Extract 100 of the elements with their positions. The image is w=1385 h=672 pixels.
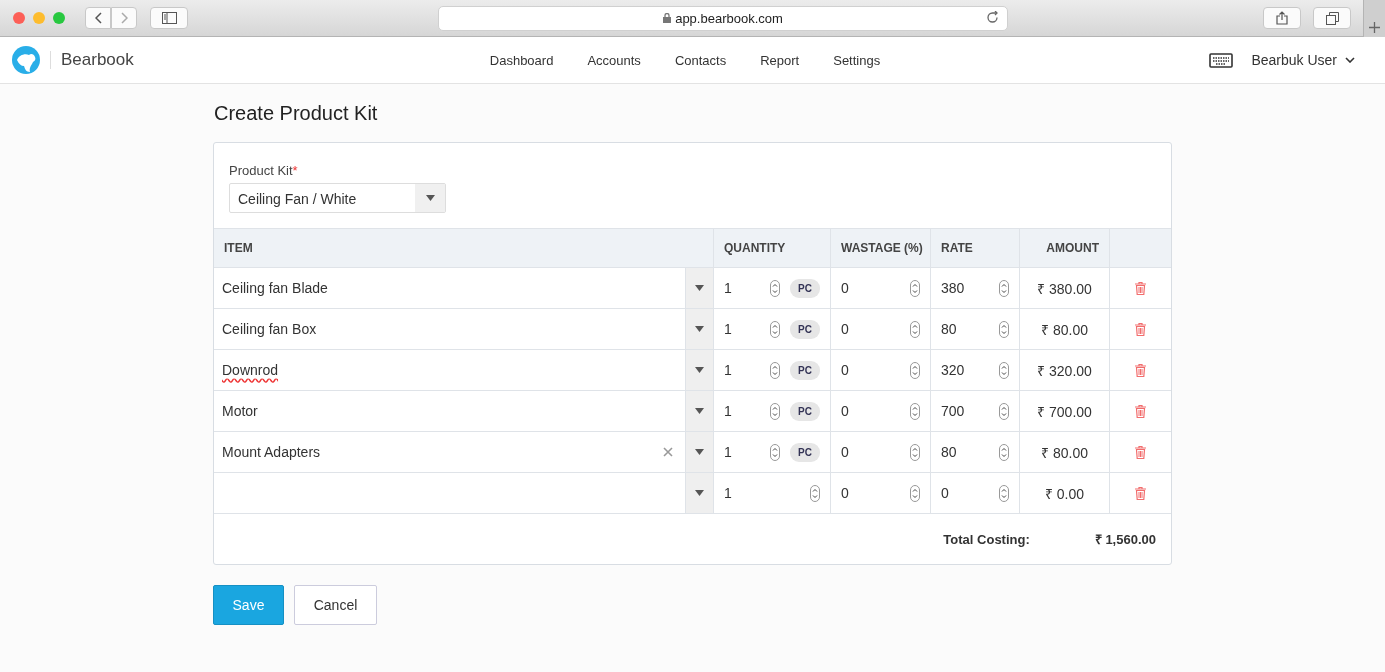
quantity-field[interactable]: 1 xyxy=(714,473,831,514)
wastage-field[interactable]: 0 xyxy=(831,350,931,391)
stepper-icon[interactable] xyxy=(999,361,1009,379)
item-dropdown-button[interactable] xyxy=(686,350,714,391)
field-label: Product Kit* xyxy=(229,163,299,178)
item-dropdown-button[interactable] xyxy=(686,391,714,432)
unit-badge: PC xyxy=(790,319,820,339)
stepper-icon[interactable] xyxy=(999,402,1009,420)
cancel-button[interactable]: Cancel xyxy=(294,585,377,625)
wastage-field[interactable]: 0 xyxy=(831,268,931,309)
window-control-icon[interactable] xyxy=(53,12,65,24)
stepper-icon[interactable] xyxy=(910,320,920,338)
back-button[interactable] xyxy=(85,7,111,29)
column-header: WASTAGE (%) xyxy=(831,228,931,268)
stepper-icon[interactable] xyxy=(910,484,920,502)
clear-icon[interactable] xyxy=(663,447,673,457)
amount-cell: ₹ 80.00 xyxy=(1020,309,1110,350)
stepper-icon[interactable] xyxy=(770,402,781,420)
item-field[interactable]: Motor xyxy=(214,391,686,432)
reload-icon[interactable] xyxy=(986,10,999,24)
stepper-icon[interactable] xyxy=(999,279,1009,297)
amount-cell: ₹ 0.00 xyxy=(1020,473,1110,514)
unit-badge: PC xyxy=(790,360,820,380)
quantity-field[interactable]: 1 PC xyxy=(714,268,831,309)
plus-icon xyxy=(1369,21,1380,33)
nav-link[interactable]: Accounts xyxy=(587,52,641,68)
nav-link[interactable]: Settings xyxy=(833,52,881,68)
stepper-icon[interactable] xyxy=(999,443,1009,461)
nav-link[interactable]: Report xyxy=(760,52,800,68)
stepper-icon[interactable] xyxy=(770,361,781,379)
column-header: ITEM xyxy=(214,228,714,268)
trash-icon[interactable] xyxy=(1135,445,1146,459)
back-icon xyxy=(94,12,102,24)
stepper-icon[interactable] xyxy=(910,279,920,297)
nav-link[interactable]: Contacts xyxy=(674,52,727,68)
wastage-field[interactable]: 0 xyxy=(831,473,931,514)
tabs-button[interactable] xyxy=(1313,7,1351,29)
product-kit-select[interactable]: Ceiling Fan / White xyxy=(229,183,446,213)
wastage-field[interactable]: 0 xyxy=(831,309,931,350)
brand-name: Bearbook xyxy=(61,50,134,70)
quantity-field[interactable]: 1 PC xyxy=(714,350,831,391)
rate-field[interactable]: 700 xyxy=(931,391,1020,432)
item-field[interactable]: Ceiling fan Box xyxy=(214,309,686,350)
share-button[interactable] xyxy=(1263,7,1301,29)
rate-field[interactable]: 80 xyxy=(931,309,1020,350)
wastage-field[interactable]: 0 xyxy=(831,391,931,432)
address-bar[interactable]: app.bearbook.com xyxy=(438,5,1008,31)
rate-field[interactable]: 80 xyxy=(931,432,1020,473)
stepper-icon[interactable] xyxy=(910,402,920,420)
caret-icon xyxy=(695,285,704,291)
quantity-field[interactable]: 1 PC xyxy=(714,432,831,473)
column-header: AMOUNT xyxy=(1020,228,1110,268)
rate-field[interactable]: 0 xyxy=(931,473,1020,514)
keyboard-icon[interactable] xyxy=(1209,52,1234,68)
rate-field[interactable]: 320 xyxy=(931,350,1020,391)
item-field[interactable]: Ceiling fan Blade xyxy=(214,268,686,309)
caret-icon xyxy=(695,367,704,373)
item-dropdown-button[interactable] xyxy=(686,473,714,514)
trash-icon[interactable] xyxy=(1135,404,1146,418)
amount-cell: ₹ 320.00 xyxy=(1020,350,1110,391)
lock-icon xyxy=(663,13,672,23)
amount-cell: ₹ 700.00 xyxy=(1020,391,1110,432)
nav-link[interactable]: Dashboard xyxy=(489,52,554,68)
amount-cell: ₹ 80.00 xyxy=(1020,432,1110,473)
trash-icon[interactable] xyxy=(1135,281,1146,295)
stepper-icon[interactable] xyxy=(770,279,781,297)
item-dropdown-button[interactable] xyxy=(686,268,714,309)
column-header: QUANTITY xyxy=(714,228,831,268)
user-menu[interactable]: Bearbuk User xyxy=(1251,52,1355,68)
stepper-icon[interactable] xyxy=(999,484,1009,502)
sidebar-icon xyxy=(161,12,177,24)
forward-button[interactable] xyxy=(111,7,137,29)
stepper-icon[interactable] xyxy=(999,320,1009,338)
item-field[interactable]: Downrod xyxy=(214,350,686,391)
caret-icon xyxy=(695,449,704,455)
trash-icon[interactable] xyxy=(1135,322,1146,336)
stepper-icon[interactable] xyxy=(910,443,920,461)
item-field[interactable] xyxy=(214,473,686,514)
stepper-icon[interactable] xyxy=(810,484,820,502)
stepper-icon[interactable] xyxy=(910,361,920,379)
item-dropdown-button[interactable] xyxy=(686,432,714,473)
rate-field[interactable]: 380 xyxy=(931,268,1020,309)
quantity-field[interactable]: 1 PC xyxy=(714,391,831,432)
trash-icon[interactable] xyxy=(1135,363,1146,377)
unit-badge: PC xyxy=(790,442,820,462)
bear-logo-icon xyxy=(12,46,40,74)
caret-icon xyxy=(695,408,704,414)
stepper-icon[interactable] xyxy=(770,320,781,338)
window-control-icon[interactable] xyxy=(13,12,25,24)
new-tab-button[interactable] xyxy=(1363,0,1385,37)
wastage-field[interactable]: 0 xyxy=(831,432,931,473)
item-field[interactable]: Mount Adapters xyxy=(214,432,686,473)
item-dropdown-button[interactable] xyxy=(686,309,714,350)
chevron-down-icon xyxy=(1345,57,1355,63)
trash-icon[interactable] xyxy=(1135,486,1146,500)
stepper-icon[interactable] xyxy=(770,443,781,461)
caret-icon xyxy=(695,326,704,332)
sidebar-button[interactable] xyxy=(150,7,188,29)
total-value: ₹ 1,560.00 xyxy=(1094,531,1156,548)
quantity-field[interactable]: 1 PC xyxy=(714,309,831,350)
